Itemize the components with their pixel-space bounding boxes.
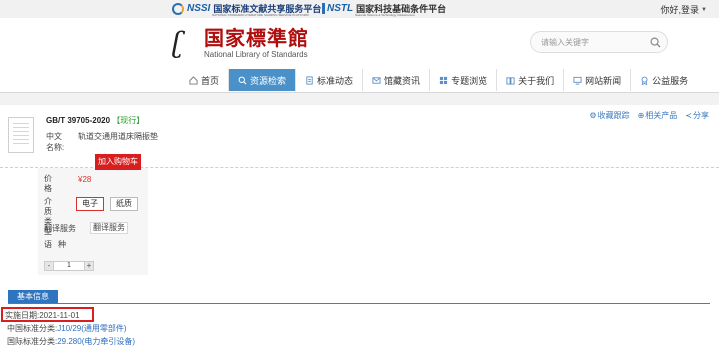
medium-option-paper[interactable]: 纸质 — [110, 197, 138, 211]
nav-label: 公益服务 — [652, 75, 689, 86]
standard-code-text: GB/T 39705-2020 — [46, 116, 111, 125]
nstl-logo-text: NSTL — [322, 3, 353, 14]
login-label: 你好,登录 — [660, 5, 700, 15]
nssi-platform-name-en: NATIONAL STANDARD LITERATURE SHARING SER… — [212, 13, 309, 17]
status-badge: 【现行】 — [112, 116, 145, 125]
plus-circle-icon: ⊕ — [637, 111, 645, 120]
medium-option-electronic[interactable]: 电子 — [76, 197, 104, 211]
section-spacer — [0, 93, 719, 105]
home-icon — [189, 75, 198, 85]
product-actions: ⚙ 收藏跟踪 ⊕ 相关产品 ≺ 分享 — [589, 110, 709, 121]
price-value: ¥28 — [78, 175, 92, 184]
library-emblem-icon: ʗ — [172, 26, 184, 59]
ccs-link[interactable]: J10/29(通用零部件) — [57, 324, 126, 333]
translation-service-option[interactable]: 翻译服务 — [90, 222, 128, 234]
cn-name-label: 中文名称: — [46, 132, 65, 152]
product-panel: GB/T 39705-2020 【现行】 中文名称: 轨道交通用道床隔振垫 ⚙ 收… — [0, 105, 719, 277]
nssi-logo-icon — [172, 2, 184, 15]
nav-item-standard-news[interactable]: 标准动态 — [296, 69, 364, 91]
tab-underline — [8, 303, 710, 304]
ccs-classification: 中国标准分类:J10/29(通用零部件) — [7, 323, 127, 334]
doc-icon — [306, 75, 313, 85]
mail-icon — [372, 76, 381, 84]
favorite-link[interactable]: ⚙ 收藏跟踪 — [589, 110, 629, 121]
ribbon-icon — [641, 76, 648, 85]
nav-label: 首页 — [201, 75, 220, 86]
tab-basic-info[interactable]: 基本信息 — [8, 290, 58, 303]
quantity-minus-button[interactable]: - — [44, 261, 54, 271]
standard-code: GB/T 39705-2020 【现行】 — [46, 115, 144, 126]
grid-icon — [439, 76, 448, 84]
language-label: 语种 — [44, 240, 72, 249]
nstl-logo[interactable]: NSTL 国家科技基础条件平台 National Science & Techn… — [322, 2, 446, 17]
nav-label: 专题浏览 — [451, 75, 488, 86]
library-logo[interactable]: ʗ 国家標準館 National Library of Standards — [172, 26, 309, 59]
add-to-cart-button[interactable]: 加入购物车 — [95, 154, 141, 170]
nav-item-about-us[interactable]: 关于我们 — [497, 69, 565, 91]
search-icon[interactable] — [650, 37, 661, 48]
quantity-plus-button[interactable]: + — [84, 261, 94, 271]
nav-item-home[interactable]: 首页 — [180, 69, 230, 91]
site-header: ʗ 国家標準館 National Library of Standards — [0, 18, 719, 68]
share-icon: ≺ — [685, 111, 692, 120]
ccs-label: 中国标准分类: — [7, 324, 58, 333]
nav-item-collection-info[interactable]: 馆藏资讯 — [363, 69, 431, 91]
nav-label: 关于我们 — [518, 75, 555, 86]
nav-item-site-news[interactable]: 网站新闻 — [564, 69, 632, 91]
standard-cover-thumbnail[interactable] — [8, 117, 34, 153]
nav-item-topic-browse[interactable]: 专题浏览 — [430, 69, 498, 91]
book-icon — [506, 76, 515, 85]
nav-label: 资源检索 — [250, 75, 287, 86]
implementation-date: 实施日期:2021-11-01 — [5, 311, 80, 320]
top-bar: NSSI 国家标准文献共享服务平台 NATIONAL STANDARD LITE… — [0, 0, 719, 18]
price-label: 价格 — [44, 174, 52, 193]
quantity-stepper: - 1 + — [44, 261, 94, 271]
gear-icon: ⚙ — [589, 111, 597, 120]
nssi-logo[interactable]: NSSI 国家标准文献共享服务平台 NATIONAL STANDARD LITE… — [172, 2, 321, 17]
ics-classification: 国际标准分类:29.280(电力牵引设备) — [7, 336, 135, 347]
translation-service-label: 翻译服务 — [44, 224, 76, 233]
nstl-platform-name-en: National Science & Technology Infrastruc… — [355, 13, 415, 17]
cn-name-value: 轨道交通用道床隔振垫 — [78, 132, 158, 141]
share-label: 分享 — [693, 111, 709, 120]
nav-label: 网站新闻 — [585, 75, 622, 86]
quantity-input[interactable]: 1 — [54, 261, 84, 271]
nav-item-public-service[interactable]: 公益服务 — [631, 69, 697, 91]
nav-item-resource-search[interactable]: 资源检索 — [229, 69, 297, 91]
search-input[interactable] — [541, 35, 641, 49]
nav-label: 馆藏资讯 — [384, 75, 421, 86]
search-icon — [238, 76, 247, 84]
library-name-cn: 国家標準館 — [204, 25, 309, 50]
nssi-logo-text: NSSI — [187, 3, 211, 14]
related-label: 相关产品 — [645, 111, 678, 120]
ics-link[interactable]: 29.280(电力牵引设备) — [57, 337, 135, 346]
share-link[interactable]: ≺ 分享 — [685, 110, 709, 121]
nav-label: 标准动态 — [317, 75, 354, 86]
purchase-options-box: 价格 ¥28 介质类型 电子 纸质 翻译服务 翻译服务 语种 - 1 + — [38, 168, 148, 275]
library-name-en: National Library of Standards — [204, 49, 308, 59]
favorite-label: 收藏跟踪 — [597, 111, 630, 120]
related-products-link[interactable]: ⊕ 相关产品 — [638, 110, 678, 121]
main-nav: 首页 资源检索 标准动态 馆藏资讯 专题浏览 关于我们 网站新闻 公益服务 — [180, 69, 697, 91]
monitor-icon — [573, 76, 582, 85]
ics-label: 国际标准分类: — [7, 337, 58, 346]
chevron-down-icon: ▼ — [701, 6, 707, 13]
login-link[interactable]: 你好,登录 ▼ — [661, 3, 707, 16]
search-box — [530, 31, 668, 53]
